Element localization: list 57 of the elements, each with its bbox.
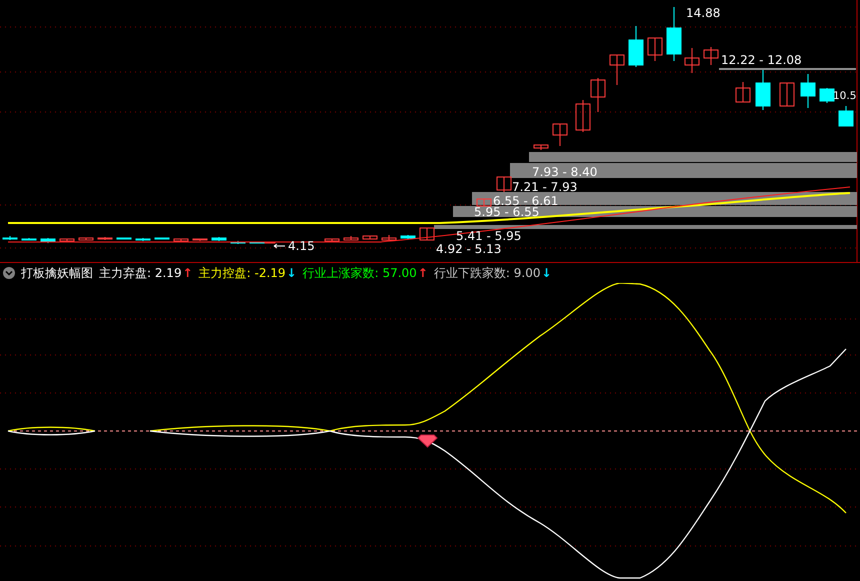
indicator-title: 打板擒妖幅图 (21, 264, 93, 282)
candlestick (496, 176, 512, 192)
candlestick (400, 234, 416, 240)
candlestick (362, 236, 378, 240)
gem-icon (417, 434, 438, 448)
price-zone-label: 4.92 - 5.13 (436, 242, 502, 256)
candlestick (628, 26, 644, 68)
candlestick (60, 238, 74, 242)
candlestick (212, 236, 226, 242)
candlestick (552, 124, 568, 146)
price-zone-label: 7.21 - 7.93 (512, 180, 578, 194)
candlestick (420, 228, 434, 240)
up-arrow: ↑ (418, 266, 428, 280)
candlestick (648, 38, 662, 62)
price-zone-label: 5.41 - 5.95 (456, 229, 522, 243)
candlestick (192, 238, 208, 242)
candlestick (756, 70, 770, 110)
candlestick (78, 238, 94, 240)
candlestick (736, 82, 750, 102)
price-label: 12.22 - 12.08 (721, 53, 802, 67)
candlestick (576, 100, 590, 132)
indicator-reading: 主力弃盘: 2.19 (99, 264, 182, 282)
candlestick (382, 234, 396, 240)
candlestick (838, 106, 854, 126)
candlestick (98, 236, 112, 240)
indicator-reading: 行业下跌家数: 9.00 (434, 264, 540, 282)
candlestick (666, 6, 682, 62)
candlestick (610, 54, 624, 86)
collapse-icon[interactable] (3, 267, 15, 279)
candlestick (534, 144, 548, 150)
candlestick (590, 78, 606, 112)
candlestick (344, 236, 358, 240)
up-arrow: ↑ (182, 266, 193, 280)
indicator-reading: 主力控盘: -2.19 (198, 264, 286, 282)
down-arrow: ↓ (541, 266, 552, 280)
price-label: 14.88 (686, 6, 720, 20)
candlestick (230, 240, 246, 244)
candlestick (136, 238, 150, 242)
candlestick (476, 198, 492, 206)
candlestick (820, 88, 834, 104)
price-zone-label: 7.93 - 8.40 (532, 165, 598, 179)
candlestick (154, 238, 170, 240)
candlestick (780, 82, 794, 106)
candlestick (40, 238, 56, 244)
candlestick (116, 238, 132, 240)
candlestick (324, 238, 340, 242)
price-zone-label: 5.95 - 6.55 (474, 205, 540, 219)
down-arrow: ↓ (286, 266, 297, 280)
pointer-arrow-icon (274, 244, 286, 248)
candlestick (22, 238, 36, 240)
indicator-reading: 行业上涨家数: 57.00 (302, 264, 417, 282)
price-label: 4.15 (288, 239, 315, 253)
price-zone-label: 6.55 - 6.61 (493, 194, 558, 208)
candlestick (800, 74, 816, 108)
candlestick (684, 48, 700, 74)
candlestick (174, 238, 188, 242)
candlestick (704, 46, 718, 66)
